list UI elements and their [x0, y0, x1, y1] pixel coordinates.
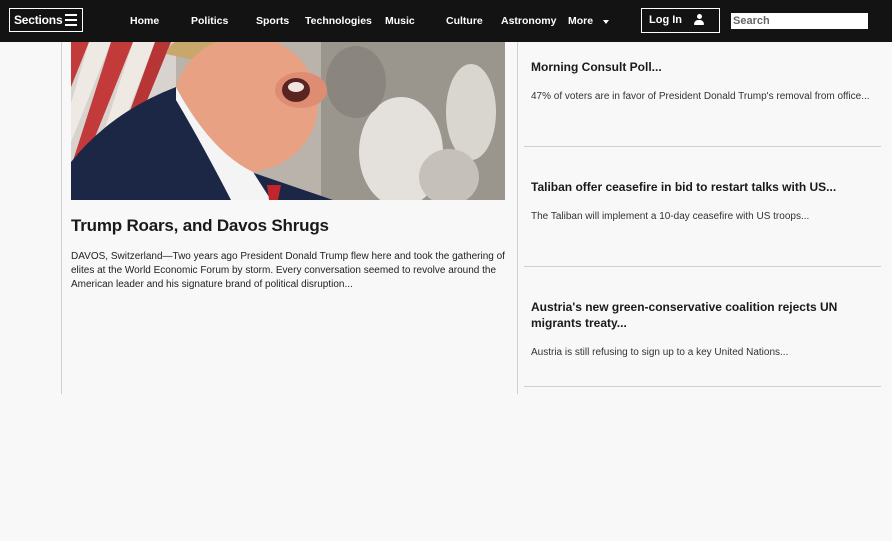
side-article-headline[interactable]: Morning Consult Poll... — [531, 59, 861, 75]
column-divider — [517, 42, 518, 394]
chevron-down-icon[interactable] — [603, 20, 609, 24]
article-divider — [524, 386, 881, 387]
side-article-excerpt: Austria is still refusing to sign up to … — [531, 347, 789, 358]
top-navbar: Sections Home Politics Sports Technologi… — [0, 0, 892, 42]
nav-link-culture[interactable]: Culture — [446, 15, 483, 27]
side-article-excerpt: 47% of voters are in favor of President … — [531, 91, 870, 102]
nav-link-politics[interactable]: Politics — [191, 15, 228, 27]
column-divider — [61, 42, 62, 394]
nav-link-home[interactable]: Home — [130, 15, 159, 27]
hamburger-icon — [65, 14, 77, 29]
main-article-image[interactable] — [71, 42, 505, 200]
main-article-excerpt: DAVOS, Switzerland—Two years ago Preside… — [71, 251, 505, 290]
search-input[interactable] — [731, 13, 868, 29]
login-button[interactable]: Log In — [641, 8, 720, 33]
article-divider — [524, 146, 881, 147]
nav-more-dropdown[interactable]: More — [568, 15, 593, 27]
sections-menu-button[interactable]: Sections — [9, 8, 83, 32]
login-label: Log In — [649, 14, 682, 26]
main-article-headline[interactable]: Trump Roars, and Davos Shrugs — [71, 216, 329, 236]
side-article-headline[interactable]: Taliban offer ceasefire in bid to restar… — [531, 179, 861, 195]
side-article-excerpt: The Taliban will implement a 10-day ceas… — [531, 211, 810, 222]
user-icon — [694, 14, 704, 26]
politician-speaking-photo — [71, 42, 505, 200]
article-divider — [524, 266, 881, 267]
nav-link-technologies[interactable]: Technologies — [305, 15, 372, 27]
nav-link-music[interactable]: Music — [385, 15, 415, 27]
side-article-headline[interactable]: Austria's new green-conservative coaliti… — [531, 299, 861, 331]
nav-link-sports[interactable]: Sports — [256, 15, 289, 27]
sections-label: Sections — [14, 13, 63, 27]
nav-link-astronomy[interactable]: Astronomy — [501, 15, 556, 27]
